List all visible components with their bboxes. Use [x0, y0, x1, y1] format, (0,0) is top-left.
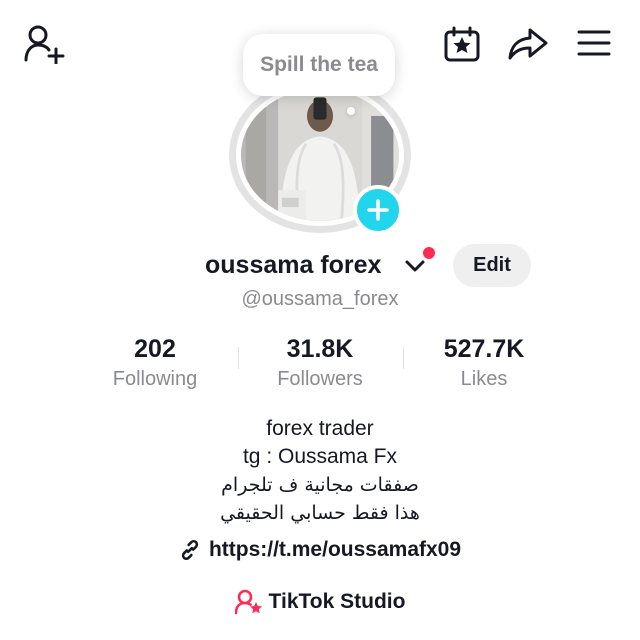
likes-count: 527.7K [443, 335, 525, 363]
likes-label: Likes [460, 368, 508, 390]
username-handle: @oussama_forex [241, 288, 399, 310]
stat-following[interactable]: 202 Following [70, 334, 240, 393]
edit-profile-button[interactable]: Edit [453, 244, 531, 287]
bio: forex trader tg : Oussama Fx صفقات مجاني… [0, 415, 640, 527]
tiktok-studio-button[interactable]: TikTok Studio [0, 589, 640, 615]
bio-link-text[interactable]: https://t.me/oussamafx09 [209, 538, 461, 562]
stat-followers[interactable]: 31.8K Followers [235, 334, 405, 393]
bio-link[interactable]: https://t.me/oussamafx09 [0, 538, 640, 562]
display-name: oussama forex [205, 251, 382, 279]
menu-button[interactable] [577, 29, 611, 57]
note-bubble[interactable]: Spill the tea [243, 34, 395, 96]
add-user-icon [24, 25, 65, 64]
followers-label: Followers [277, 368, 363, 390]
calendar-star-icon [444, 26, 480, 62]
add-friend-button[interactable] [24, 24, 66, 64]
bio-line: هذا فقط حسابي الحقيقي [220, 502, 420, 524]
followers-count: 31.8K [286, 335, 354, 363]
note-bubble-text: Spill the tea [260, 53, 378, 76]
calendar-button[interactable] [443, 26, 481, 62]
bio-line: tg : Oussama Fx [242, 445, 398, 468]
stat-likes[interactable]: 527.7K Likes [399, 334, 569, 393]
bio-line: forex trader [266, 417, 374, 440]
following-count: 202 [134, 335, 176, 363]
profile-page: Spill the tea oussama forex Edit @oussam… [0, 0, 640, 640]
tiktok-studio-label: TikTok Studio [268, 590, 406, 613]
notification-dot [423, 247, 435, 259]
link-icon [181, 540, 199, 560]
share-icon [508, 28, 548, 60]
bio-line: صفقات مجانية ف تلجرام [221, 474, 419, 496]
user-star-icon [234, 589, 262, 615]
following-label: Following [112, 368, 198, 390]
name-row: oussama forex Edit [0, 244, 640, 288]
note-bubble-tail [347, 107, 355, 115]
plus-icon [367, 199, 389, 221]
menu-icon [577, 30, 611, 56]
chevron-down-icon[interactable] [404, 258, 426, 274]
share-button[interactable] [507, 27, 549, 61]
add-story-button[interactable] [353, 185, 403, 235]
